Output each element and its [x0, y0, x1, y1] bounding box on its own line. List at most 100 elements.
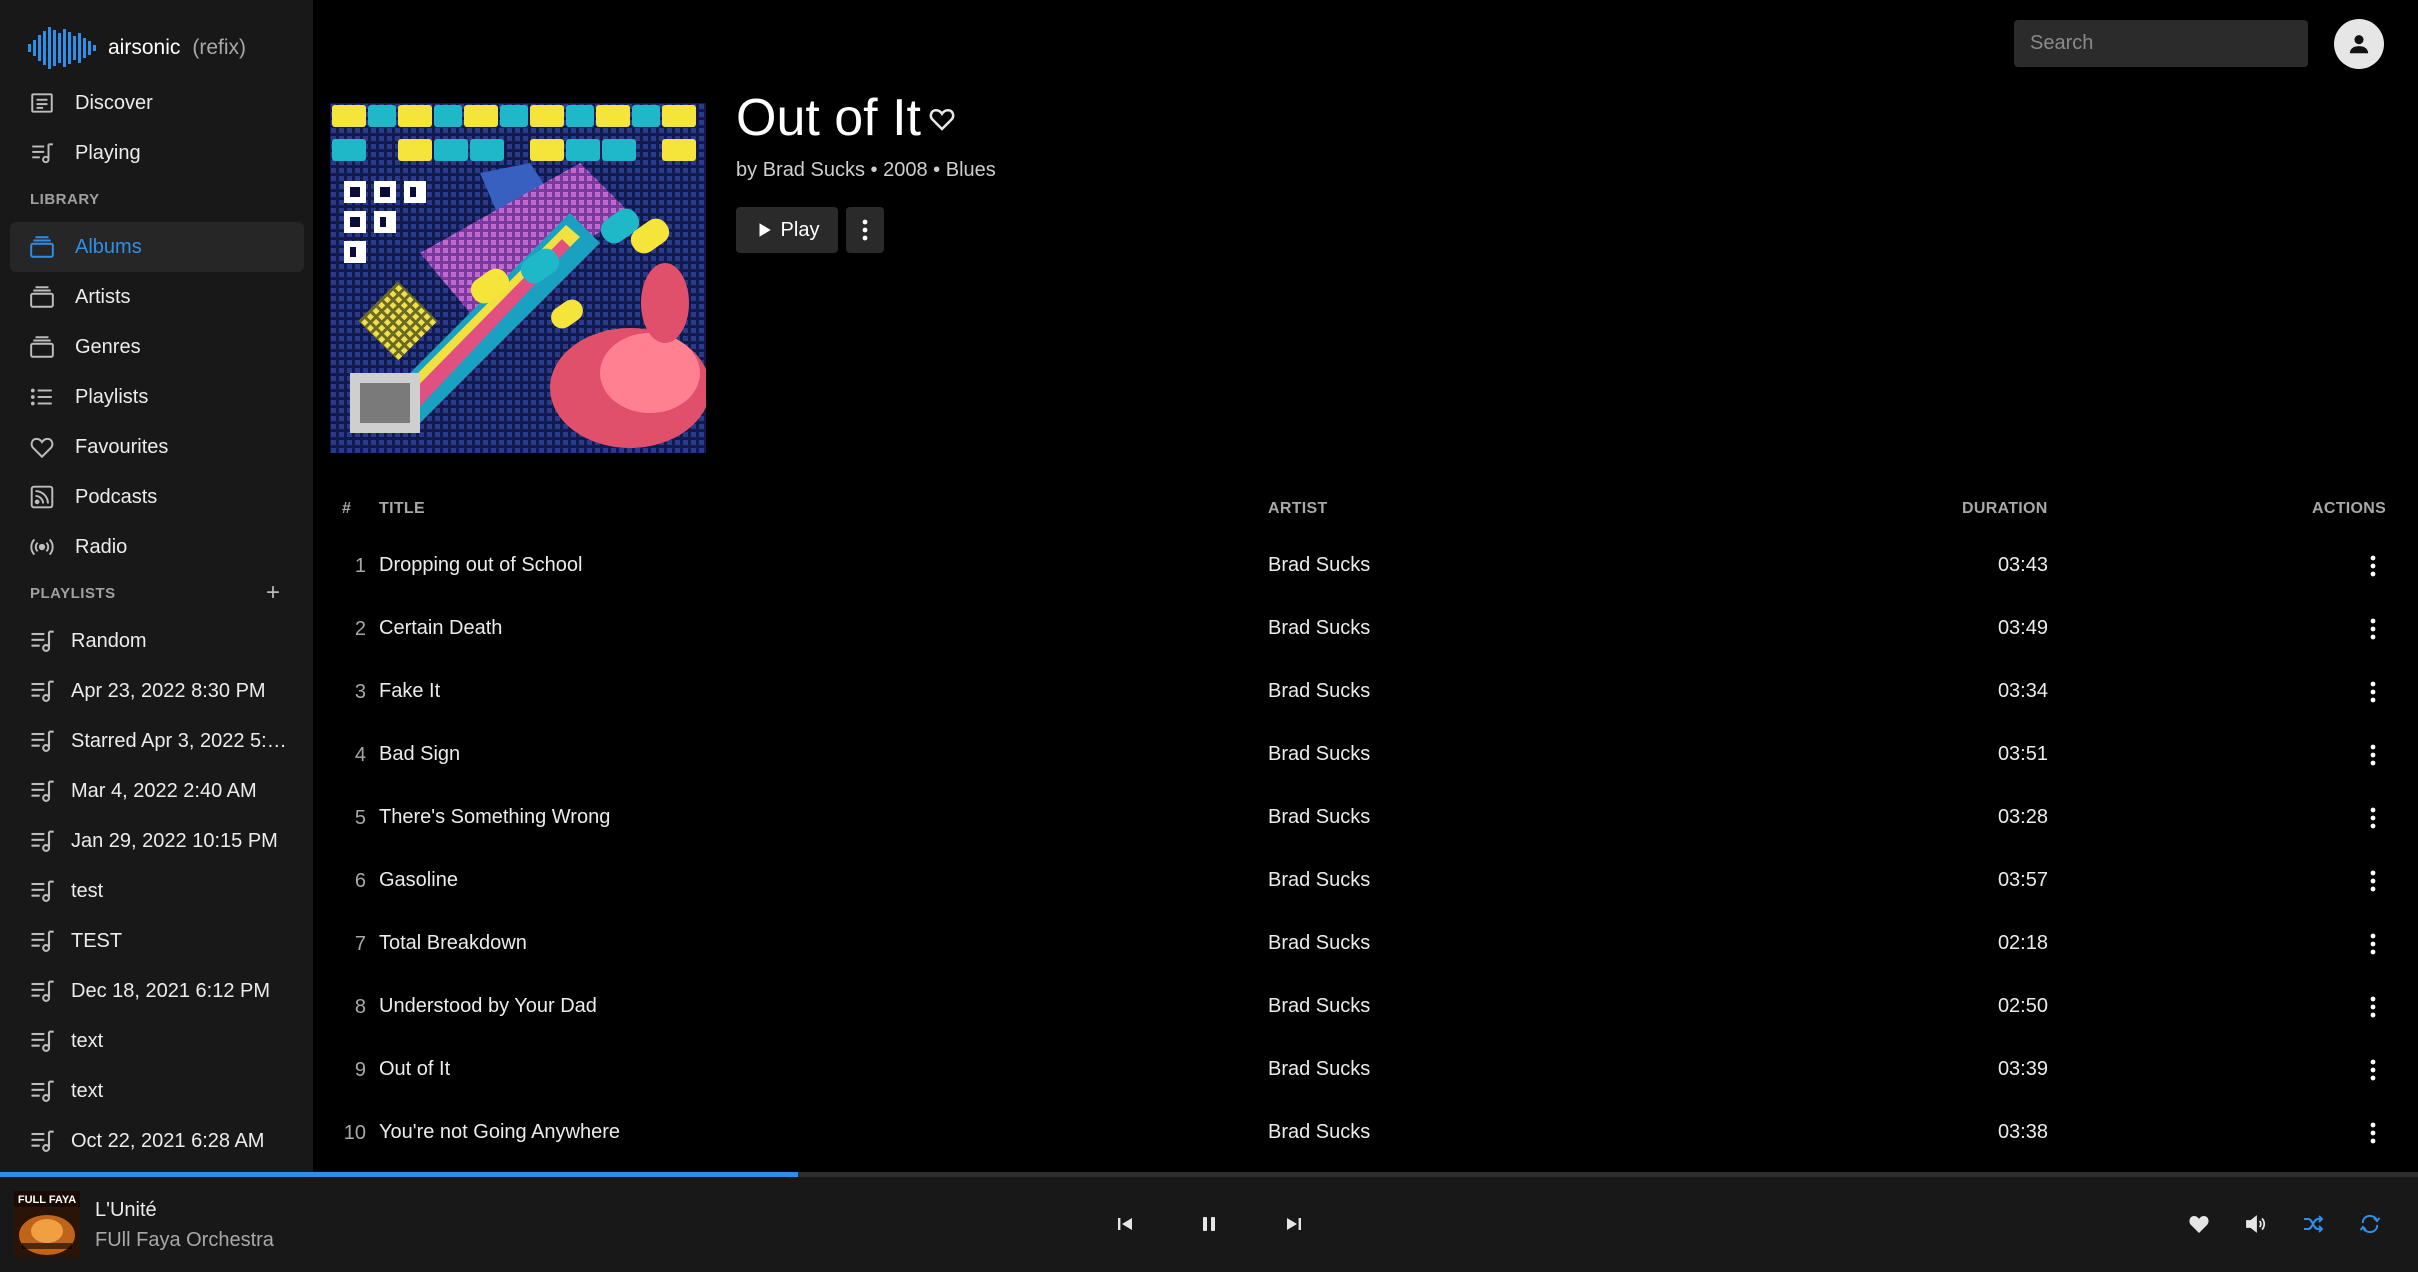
track-artist[interactable]: Brad Sucks — [1268, 995, 1370, 1018]
user-menu-button[interactable] — [2334, 19, 2384, 69]
sidebar-item-label: Favourites — [75, 435, 169, 458]
brand[interactable]: airsonic (refix) — [28, 18, 246, 78]
shuffle-button[interactable] — [2295, 1206, 2331, 1242]
track-duration: 03:57 — [1997, 869, 2048, 891]
sidebar-playlist-item[interactable]: Starred Apr 3, 2022 5:10 PM — [10, 716, 304, 766]
track-row[interactable]: 7 Total Breakdown Brad Sucks 02:18 — [330, 913, 2398, 975]
sidebar-item-genres[interactable]: Genres — [10, 322, 304, 372]
track-number: 7 — [354, 933, 366, 955]
track-row[interactable]: 3 Fake It Brad Sucks 03:34 — [330, 661, 2398, 723]
sidebar-item-favourites[interactable]: Favourites — [10, 422, 304, 472]
playlist-icon — [28, 927, 56, 955]
track-artist[interactable]: Brad Sucks — [1268, 806, 1370, 829]
add-playlist-button[interactable]: + — [262, 581, 284, 605]
playlist-label: test — [71, 879, 104, 902]
track-row[interactable]: 6 Gasoline Brad Sucks 03:57 — [330, 850, 2398, 912]
playlist-icon — [28, 977, 56, 1005]
track-actions-button[interactable] — [2358, 1054, 2388, 1086]
favourite-button[interactable] — [2181, 1206, 2217, 1242]
sidebar-item-podcasts[interactable]: Podcasts — [10, 472, 304, 522]
heart-outline-icon[interactable] — [927, 104, 957, 134]
sidebar-playlist-item[interactable]: Dec 18, 2021 6:12 PM — [10, 966, 304, 1016]
track-actions-button[interactable] — [2358, 802, 2388, 834]
sidebar-item-playing[interactable]: Playing — [10, 128, 304, 178]
track-artist[interactable]: Brad Sucks — [1268, 617, 1370, 640]
track-actions-button[interactable] — [2358, 928, 2388, 960]
sidebar-item-discover[interactable]: Discover — [10, 78, 304, 128]
sidebar-playlist-item[interactable]: Random — [10, 616, 304, 666]
track-artist[interactable]: Brad Sucks — [1268, 680, 1370, 703]
sidebar-item-artists[interactable]: Artists — [10, 272, 304, 322]
playlist-label: text — [71, 1029, 104, 1052]
sidebar-playlist-item[interactable]: text — [10, 1066, 304, 1116]
track-artist[interactable]: Brad Sucks — [1268, 554, 1370, 577]
track-actions-button[interactable] — [2358, 550, 2388, 582]
track-row[interactable]: 4 Bad Sign Brad Sucks 03:51 — [330, 724, 2398, 786]
column-header-title[interactable]: TITLE — [379, 500, 425, 518]
track-duration: 03:34 — [1997, 680, 2048, 702]
search-input[interactable] — [2014, 20, 2308, 67]
playlists-header: PLAYLISTS — [30, 585, 116, 602]
track-number: 3 — [354, 681, 366, 703]
sidebar-playlist-item[interactable]: Oct 22, 2021 6:28 AM — [10, 1116, 304, 1166]
column-header-duration[interactable]: DURATION — [1962, 500, 2048, 518]
playlist-icon — [28, 1027, 56, 1055]
track-duration: 03:51 — [1997, 743, 2048, 765]
track-artist[interactable]: Brad Sucks — [1268, 932, 1370, 955]
track-row[interactable]: 9 Out of It Brad Sucks 03:39 — [330, 1039, 2398, 1101]
radio-icon — [28, 533, 56, 561]
volume-button[interactable] — [2238, 1206, 2274, 1242]
previous-button[interactable] — [1107, 1206, 1143, 1242]
now-playing-title[interactable]: L'Unité — [95, 1199, 157, 1222]
track-artist[interactable]: Brad Sucks — [1268, 743, 1370, 766]
now-playing-artist[interactable]: FUll Faya Orchestra — [95, 1229, 274, 1252]
track-row[interactable]: 5 There's Something Wrong Brad Sucks 03:28 — [330, 787, 2398, 849]
play-button[interactable]: Play — [736, 207, 838, 253]
track-artist[interactable]: Brad Sucks — [1268, 869, 1370, 892]
sidebar-item-albums[interactable]: Albums — [10, 222, 304, 272]
track-row[interactable]: 2 Certain Death Brad Sucks 03:49 — [330, 598, 2398, 660]
sidebar-playlist-item[interactable]: text — [10, 1016, 304, 1066]
album-more-button[interactable] — [846, 207, 884, 253]
track-actions-button[interactable] — [2358, 865, 2388, 897]
sidebar-item-radio[interactable]: Radio — [10, 522, 304, 572]
more-vert-icon — [2370, 807, 2376, 829]
column-header-artist[interactable]: ARTIST — [1268, 500, 1328, 518]
sidebar-playlist-item[interactable]: Mar 4, 2022 2:40 AM — [10, 766, 304, 816]
volume-icon — [2246, 1215, 2266, 1233]
track-actions-button[interactable] — [2358, 991, 2388, 1023]
album-genre-link[interactable]: Blues — [946, 159, 996, 181]
sidebar-item-playlists[interactable]: Playlists — [10, 372, 304, 422]
track-actions-button[interactable] — [2358, 613, 2388, 645]
track-actions-button[interactable] — [2358, 1117, 2388, 1149]
meta-separator: • — [870, 159, 878, 181]
more-vert-icon — [2370, 618, 2376, 640]
sidebar-playlist-item[interactable]: TEST — [10, 916, 304, 966]
sidebar-playlist-item[interactable]: Jan 29, 2022 10:15 PM — [10, 816, 304, 866]
track-artist[interactable]: Brad Sucks — [1268, 1058, 1370, 1081]
album-artist-link[interactable]: Brad Sucks — [763, 159, 865, 181]
shuffle-icon — [2304, 1215, 2324, 1233]
playlist-label: Starred Apr 3, 2022 5:10 PM — [71, 729, 289, 752]
track-row[interactable]: 8 Understood by Your Dad Brad Sucks 02:50 — [330, 976, 2398, 1038]
next-button[interactable] — [1276, 1206, 1312, 1242]
column-header-actions: ACTIONS — [2312, 500, 2387, 517]
playlist-icon — [28, 1077, 56, 1105]
track-actions-button[interactable] — [2358, 676, 2388, 708]
album-cover-art — [330, 103, 706, 453]
track-actions-button[interactable] — [2358, 739, 2388, 771]
now-playing-cover-art: FULL FAYA — [14, 1191, 80, 1257]
pause-button[interactable] — [1191, 1206, 1227, 1242]
more-vert-icon — [2370, 933, 2376, 955]
repeat-button[interactable] — [2352, 1206, 2388, 1242]
sidebar-playlist-item[interactable]: test — [10, 866, 304, 916]
playlist-label: text — [71, 1079, 104, 1102]
track-row[interactable]: 1 Dropping out of School Brad Sucks 03:43 — [330, 535, 2398, 597]
track-row[interactable]: 10 You're not Going Anywhere Brad Sucks 03:… — [330, 1102, 2398, 1164]
sidebar-playlist-item[interactable]: Apr 23, 2022 8:30 PM — [10, 666, 304, 716]
track-artist[interactable]: Brad Sucks — [1268, 1121, 1370, 1144]
track-title: Gasoline — [379, 869, 458, 891]
now-playing-cover[interactable]: FULL FAYA — [14, 1191, 80, 1257]
album-meta-by: by — [736, 159, 758, 181]
now-playing-cover-text: FULL FAYA — [18, 1194, 76, 1206]
